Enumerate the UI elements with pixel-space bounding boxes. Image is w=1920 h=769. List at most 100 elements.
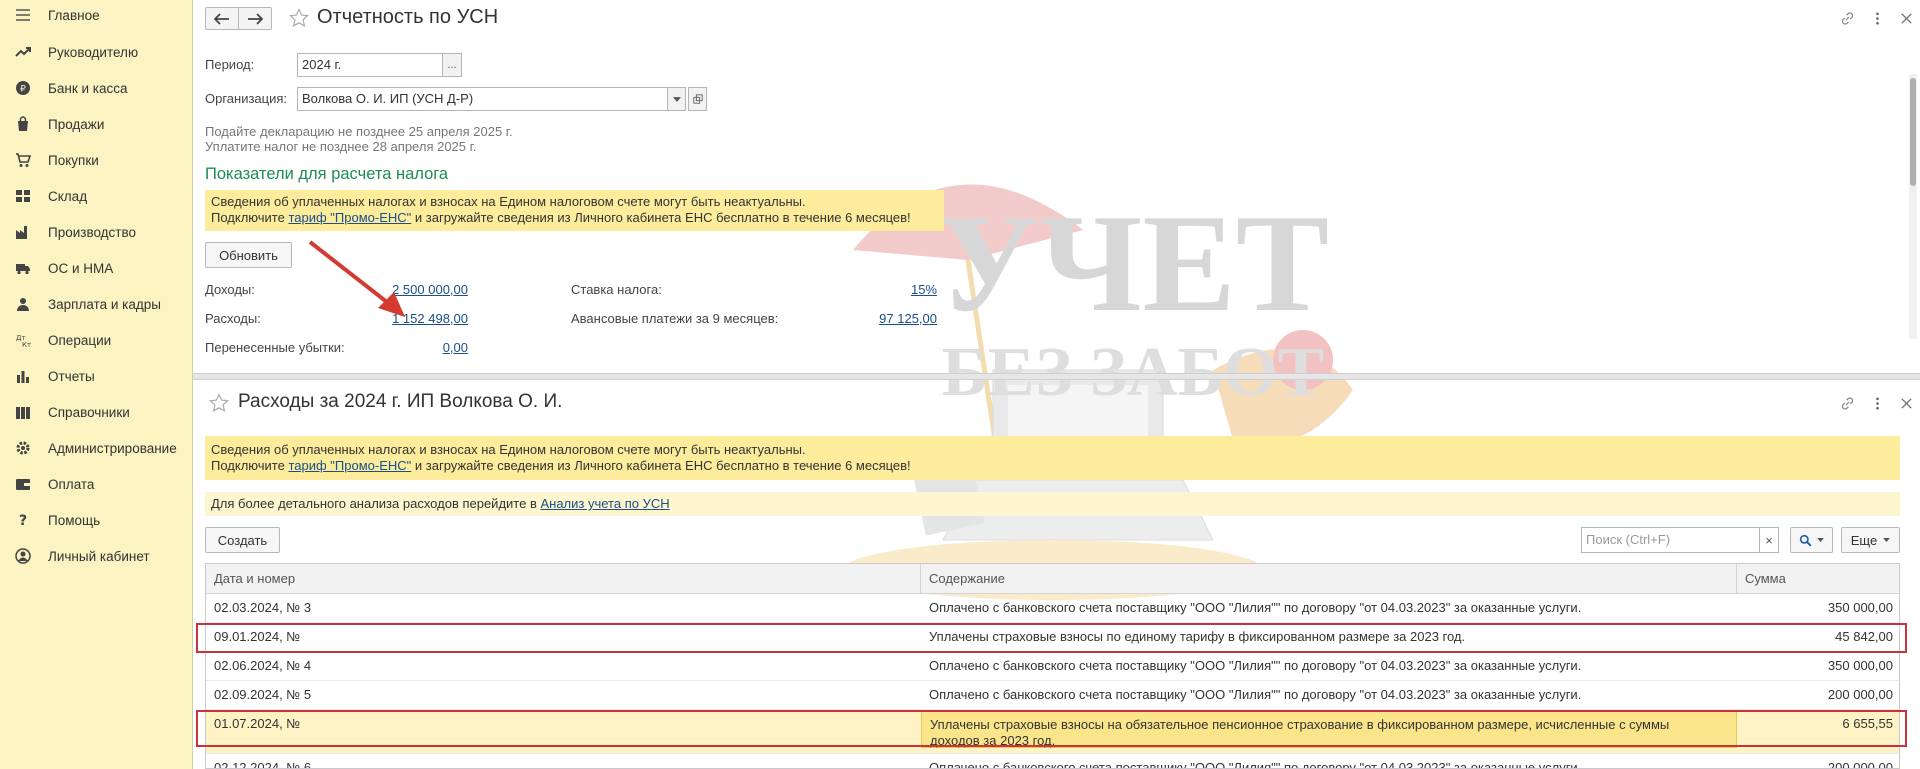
search-input[interactable]: Поиск (Ctrl+F) <box>1581 527 1768 553</box>
close-icon[interactable] <box>1897 9 1915 27</box>
search-button[interactable] <box>1790 527 1833 553</box>
tax-rate-value-link[interactable]: 15% <box>873 282 937 297</box>
notice-text: Сведения об уплаченных налогах и взносах… <box>211 194 806 209</box>
table-header: Дата и номер Содержание Сумма <box>206 564 1899 594</box>
advance-payments-value-link[interactable]: 97 125,00 <box>853 311 937 326</box>
chevron-down-icon <box>1817 538 1824 542</box>
more-button[interactable]: Еще <box>1841 527 1900 553</box>
sidebar-item-label: Продажи <box>48 116 105 132</box>
sidebar-item-label: Отчеты <box>48 368 95 384</box>
sidebar-item-purchases[interactable]: Покупки <box>0 145 192 175</box>
sidebar: Главное Руководителю ₽ Банк и касса Прод… <box>0 0 193 769</box>
table-row-selected[interactable]: 01.07.2024, № Уплачены страховые взносы … <box>206 710 1899 754</box>
organization-input[interactable]: Волкова О. И. ИП (УСН Д-Р) <box>297 87 668 111</box>
organization-dropdown-button[interactable] <box>667 87 686 111</box>
favorite-star-icon[interactable] <box>209 393 229 413</box>
sidebar-item-help[interactable]: ? Помощь <box>0 505 192 535</box>
sidebar-item-manager[interactable]: Руководителю <box>0 37 192 67</box>
analysis-link[interactable]: Анализ учета по УСН <box>540 496 669 511</box>
refresh-button[interactable]: Обновить <box>205 242 292 268</box>
period-input[interactable]: 2024 г. <box>297 53 443 77</box>
sidebar-item-salary[interactable]: Зарплата и кадры <box>0 289 192 319</box>
arrow-right-icon <box>248 12 263 25</box>
sidebar-item-fixed-assets[interactable]: ОС и НМА <box>0 253 192 283</box>
sidebar-item-directories[interactable]: Справочники <box>0 397 192 427</box>
sidebar-item-main[interactable]: Главное <box>0 0 192 30</box>
table-row[interactable]: 02.09.2024, № 5 Оплачено с банковского с… <box>206 681 1899 710</box>
sidebar-item-label: Справочники <box>48 404 130 420</box>
cell-sum: 45 842,00 <box>1835 629 1893 644</box>
organization-open-button[interactable] <box>688 87 707 111</box>
operations-icon: Дт Кт <box>14 331 32 349</box>
promo-ens-link[interactable]: тариф "Промо-ЕНС" <box>288 458 411 473</box>
create-button[interactable]: Создать <box>205 527 280 553</box>
table-row[interactable]: 02.12.2024, № 6 Оплачено с банковского с… <box>206 754 1899 769</box>
top-scrollbar[interactable] <box>1909 74 1917 339</box>
section-title: Показатели для расчета налога <box>205 165 449 183</box>
sidebar-item-label: Производство <box>48 224 137 240</box>
declaration-deadline: Подайте декларацию не позднее 25 апреля … <box>205 124 513 139</box>
cell-content: Оплачено с банковского счета поставщику … <box>929 658 1582 673</box>
table-row[interactable]: 09.01.2024, № Уплачены страховые взносы … <box>206 623 1899 652</box>
chevron-down-icon <box>672 96 681 102</box>
loss-label: Перенесенные убытки: <box>205 340 345 355</box>
notice-text: Подключите <box>211 458 289 473</box>
table-row[interactable]: 02.06.2024, № 4 Оплачено с банковского с… <box>206 652 1899 681</box>
scrollbar-thumb[interactable] <box>1910 78 1916 186</box>
wallet-icon <box>14 475 32 493</box>
table-row[interactable]: 02.03.2024, № 3 Оплачено с банковского с… <box>206 594 1899 623</box>
cell-sum: 350 000,00 <box>1827 658 1893 673</box>
sidebar-item-production[interactable]: Производство <box>0 217 192 247</box>
promo-ens-link[interactable]: тариф "Промо-ЕНС" <box>288 210 411 225</box>
column-header-date[interactable]: Дата и номер <box>206 564 921 594</box>
factory-icon <box>14 223 32 241</box>
svg-text:Кт: Кт <box>22 341 31 348</box>
more-vertical-icon[interactable] <box>1868 394 1886 412</box>
bag-icon <box>14 115 32 133</box>
back-button[interactable] <box>205 7 239 30</box>
cell-content: Уплачены страховые взносы по единому тар… <box>929 629 1466 644</box>
sidebar-item-label: Операции <box>48 332 112 348</box>
sidebar-item-label: Главное <box>48 7 100 23</box>
cell-content: Уплачены страховые взносы на обязательно… <box>921 710 1737 748</box>
column-header-sum[interactable]: Сумма <box>1737 564 1899 594</box>
expense-label: Расходы: <box>205 311 261 326</box>
sidebar-item-account[interactable]: Личный кабинет <box>0 541 192 571</box>
income-label: Доходы: <box>205 282 255 297</box>
column-header-content[interactable]: Содержание <box>921 564 1737 594</box>
sidebar-item-admin[interactable]: Администрирование <box>0 433 192 463</box>
sidebar-item-label: Покупки <box>48 152 99 168</box>
forward-button[interactable] <box>238 7 272 30</box>
books-icon <box>14 403 32 421</box>
sidebar-item-operations[interactable]: Дт Кт Операции <box>0 325 192 355</box>
analysis-text: Для более детального анализа расходов пе… <box>211 496 541 511</box>
advance-payments-label: Авансовые платежи за 9 месяцев: <box>571 311 779 326</box>
tax-rate-label: Ставка налога: <box>571 282 662 297</box>
sidebar-item-sales[interactable]: Продажи <box>0 109 192 139</box>
sidebar-item-label: Банк и касса <box>48 80 128 96</box>
sidebar-item-label: ОС и НМА <box>48 260 114 276</box>
favorite-star-icon[interactable] <box>289 8 309 28</box>
sidebar-item-label: Зарплата и кадры <box>48 296 161 312</box>
search-clear-button[interactable]: × <box>1759 527 1779 553</box>
sidebar-item-reports[interactable]: Отчеты <box>0 361 192 391</box>
notice-text: и загружайте сведения из Личного кабинет… <box>411 458 911 473</box>
more-vertical-icon[interactable] <box>1868 9 1886 27</box>
svg-text:?: ? <box>19 513 27 528</box>
link-icon[interactable] <box>1838 394 1856 412</box>
period-label: Период: <box>205 57 255 72</box>
cell-date: 02.12.2024, № 6 <box>214 760 312 769</box>
sidebar-item-bank[interactable]: ₽ Банк и касса <box>0 73 192 103</box>
sidebar-item-warehouse[interactable]: Склад <box>0 181 192 211</box>
menu-icon <box>14 6 32 24</box>
notice-text: и загружайте сведения из Личного кабинет… <box>411 210 911 225</box>
ens-notice: Сведения об уплаченных налогах и взносах… <box>205 190 944 231</box>
close-icon[interactable] <box>1897 394 1915 412</box>
sidebar-item-payment[interactable]: Оплата <box>0 469 192 499</box>
period-select-button[interactable]: ... <box>442 53 462 77</box>
cell-date: 01.07.2024, № <box>214 716 301 731</box>
panel-splitter[interactable] <box>193 373 1920 380</box>
loss-value-link[interactable]: 0,00 <box>403 340 468 355</box>
sidebar-item-label: Руководителю <box>48 44 139 60</box>
link-icon[interactable] <box>1838 9 1856 27</box>
